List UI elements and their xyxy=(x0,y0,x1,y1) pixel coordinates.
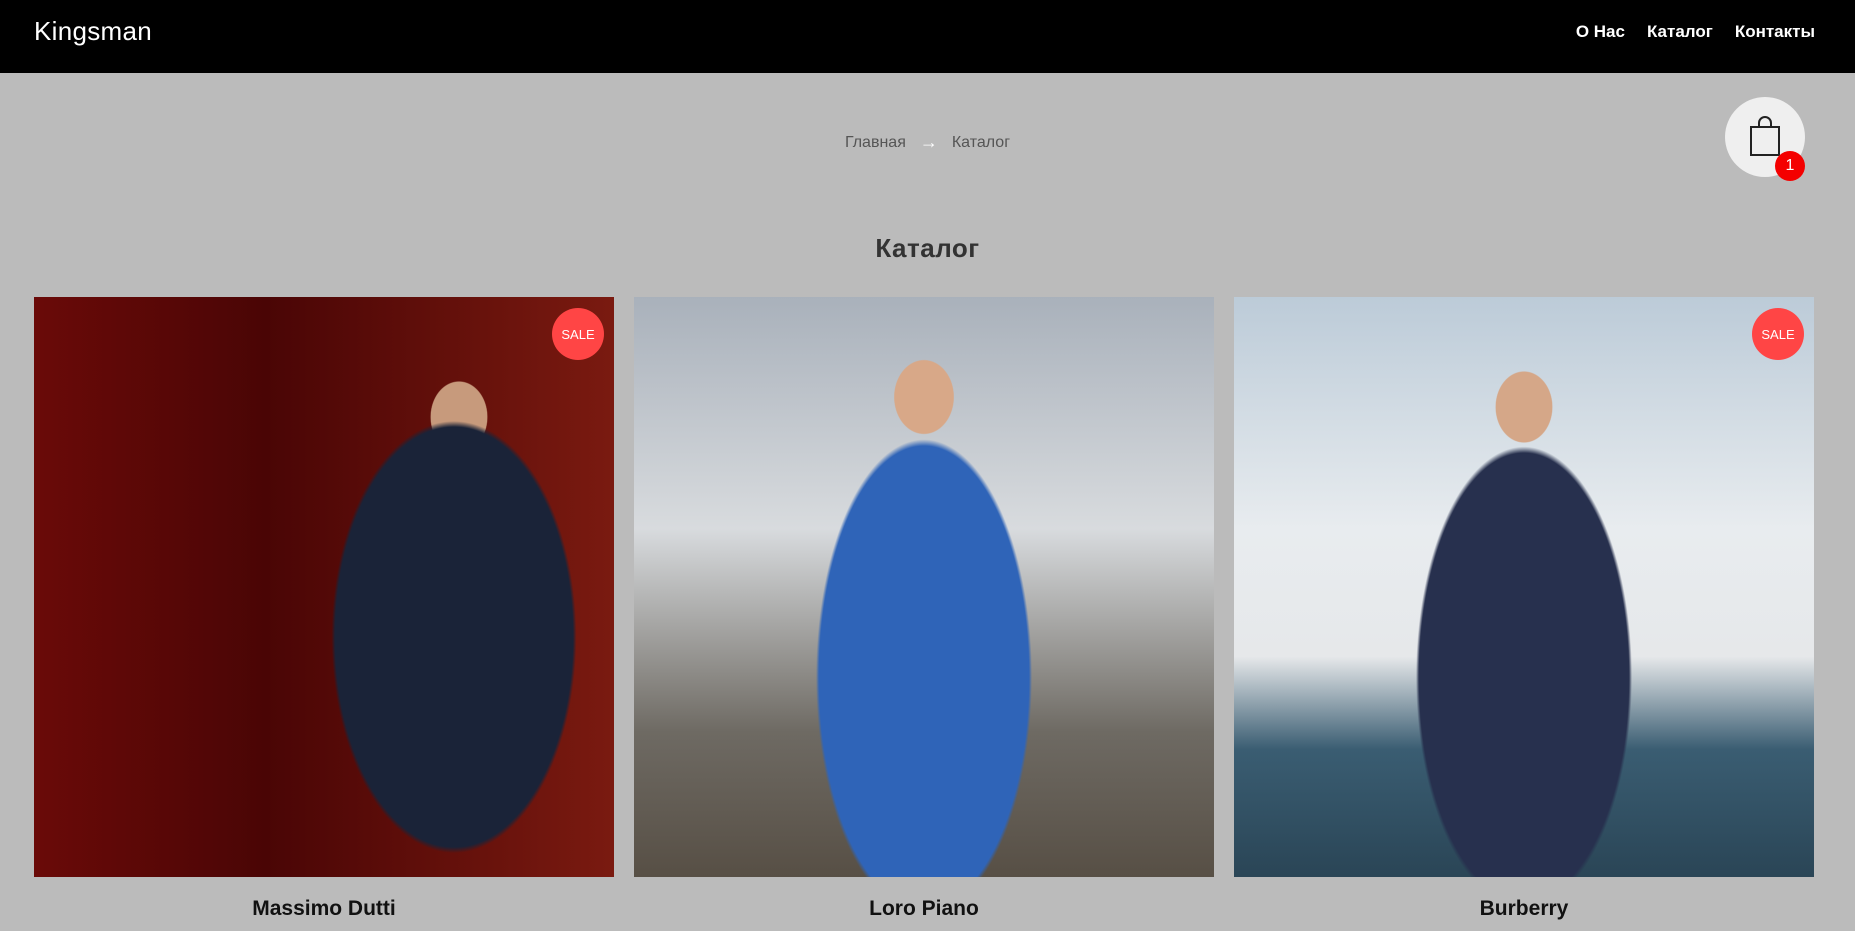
breadcrumb: Главная → Каталог xyxy=(0,132,1855,153)
shopping-bag-icon xyxy=(1750,116,1780,156)
nav-link-catalog[interactable]: Каталог xyxy=(1647,22,1713,42)
breadcrumb-arrow-icon: → xyxy=(919,132,938,152)
product-name[interactable]: Loro Piano xyxy=(634,897,1214,921)
main-nav: О Нас Каталог Контакты xyxy=(1576,22,1815,42)
breadcrumb-home-link[interactable]: Главная xyxy=(845,134,906,152)
product-card[interactable]: SALE Massimo Dutti xyxy=(34,297,614,921)
product-image[interactable] xyxy=(634,297,1214,877)
sale-badge: SALE xyxy=(552,308,604,360)
product-card[interactable]: Loro Piano xyxy=(634,297,1214,921)
product-grid: SALE Massimo Dutti Loro Piano SALE Burbe… xyxy=(34,297,1814,921)
product-card[interactable]: SALE Burberry xyxy=(1234,297,1814,921)
nav-link-about[interactable]: О Нас xyxy=(1576,22,1625,42)
nav-link-contacts[interactable]: Контакты xyxy=(1735,22,1815,42)
product-name[interactable]: Massimo Dutti xyxy=(34,897,614,921)
product-name[interactable]: Burberry xyxy=(1234,897,1814,921)
top-navbar: Kingsman О Нас Каталог Контакты xyxy=(0,0,1855,73)
cart-count-badge: 1 xyxy=(1775,151,1805,181)
logo[interactable]: Kingsman xyxy=(34,16,152,47)
product-image[interactable]: SALE xyxy=(34,297,614,877)
sale-badge: SALE xyxy=(1752,308,1804,360)
product-image[interactable]: SALE xyxy=(1234,297,1814,877)
page-title: Каталог xyxy=(875,233,980,263)
breadcrumb-current: Каталог xyxy=(951,133,1011,151)
